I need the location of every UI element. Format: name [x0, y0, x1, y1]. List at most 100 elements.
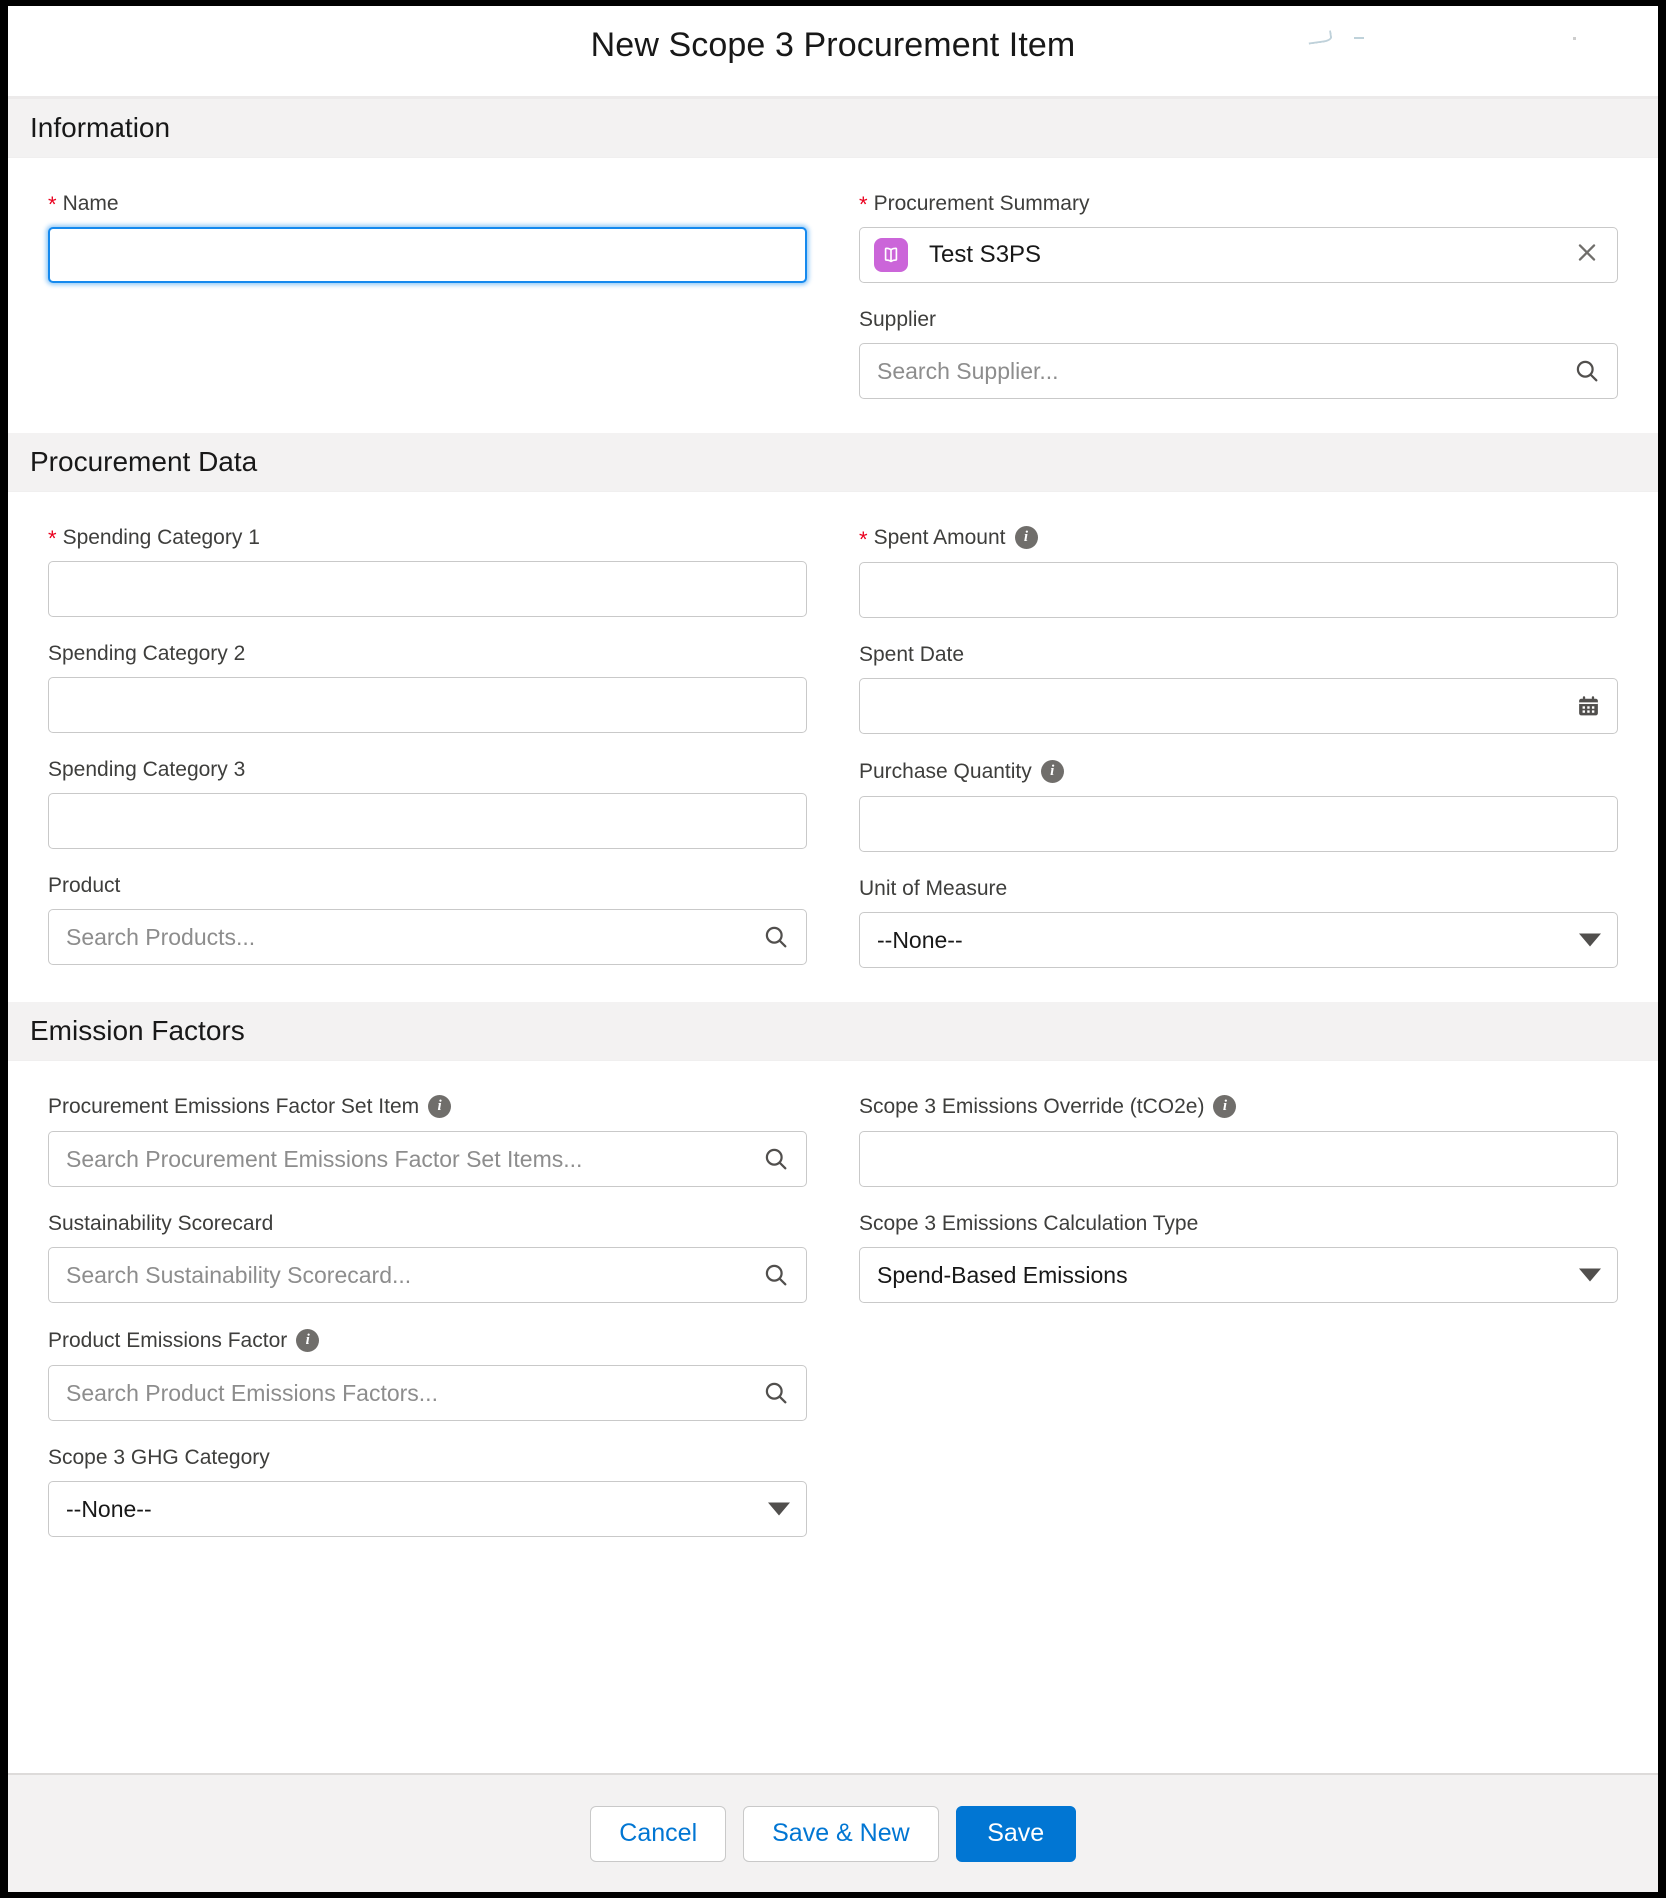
sustainability-scorecard-search-input[interactable]: Search Sustainability Scorecard... — [48, 1247, 807, 1303]
chevron-down-icon[interactable] — [1579, 1269, 1601, 1282]
pefsi-placeholder: Search Procurement Emissions Factor Set … — [66, 1146, 582, 1173]
spent-date-input[interactable] — [859, 678, 1618, 734]
label-text: Unit of Measure — [859, 878, 1007, 899]
name-input[interactable] — [48, 227, 807, 283]
procurement-summary-value: Test S3PS — [929, 241, 1041, 269]
info-icon[interactable]: i — [296, 1329, 319, 1352]
label-text: Procurement Summary — [874, 193, 1090, 214]
field-label-supplier: Supplier — [859, 309, 1618, 330]
label-text: Name — [63, 193, 119, 214]
spending-category-2-input[interactable] — [48, 677, 807, 733]
cancel-button[interactable]: Cancel — [590, 1806, 726, 1862]
label-text: Scope 3 Emissions Calculation Type — [859, 1213, 1198, 1234]
section-header-emission-factors: Emission Factors — [8, 1002, 1658, 1061]
label-text: Product Emissions Factor — [48, 1330, 287, 1351]
search-icon[interactable] — [762, 1379, 790, 1407]
scope-3-emissions-override-input[interactable] — [859, 1131, 1618, 1187]
field-unit-of-measure: Unit of Measure --None-- — [859, 878, 1618, 968]
info-icon[interactable]: i — [1041, 760, 1064, 783]
field-sustainability-scorecard: Sustainability Scorecard Search Sustaina… — [48, 1213, 807, 1303]
info-icon[interactable]: i — [1015, 526, 1038, 549]
close-icon[interactable] — [1574, 240, 1600, 271]
spending-category-1-input[interactable] — [48, 561, 807, 617]
field-spent-date: Spent Date — [859, 644, 1618, 734]
label-text: Procurement Emissions Factor Set Item — [48, 1096, 419, 1117]
field-product: Product Search Products... — [48, 875, 807, 965]
required-indicator: * — [48, 194, 57, 216]
product-search-input[interactable]: Search Products... — [48, 909, 807, 965]
scope-3-emissions-calculation-type-value: Spend-Based Emissions — [877, 1262, 1128, 1289]
required-indicator: * — [859, 529, 868, 551]
supplier-search-input[interactable]: Search Supplier... — [859, 343, 1618, 399]
field-procurement-summary: * Procurement Summary Test S3PS — [859, 192, 1618, 283]
field-purchase-quantity: Purchase Quantity i — [859, 760, 1618, 852]
chevron-down-icon[interactable] — [1579, 934, 1601, 947]
section-title: Emission Factors — [30, 1015, 245, 1047]
supplier-placeholder: Search Supplier... — [877, 358, 1059, 385]
label-text: Spending Category 3 — [48, 759, 245, 780]
field-label-purchase-quantity: Purchase Quantity i — [859, 760, 1618, 783]
field-scope-3-emissions-calculation-type: Scope 3 Emissions Calculation Type Spend… — [859, 1213, 1618, 1303]
scope-3-emissions-calculation-type-select[interactable]: Spend-Based Emissions — [859, 1247, 1618, 1303]
sustainability-scorecard-placeholder: Search Sustainability Scorecard... — [66, 1262, 411, 1289]
spent-amount-input[interactable] — [859, 562, 1618, 618]
procurement-emissions-factor-set-item-search-input[interactable]: Search Procurement Emissions Factor Set … — [48, 1131, 807, 1187]
required-indicator: * — [859, 194, 868, 216]
unit-of-measure-select[interactable]: --None-- — [859, 912, 1618, 968]
info-icon[interactable]: i — [428, 1095, 451, 1118]
field-label-scope-3-emissions-calculation-type: Scope 3 Emissions Calculation Type — [859, 1213, 1618, 1234]
label-text: Spent Date — [859, 644, 964, 665]
unit-of-measure-value: --None-- — [877, 927, 963, 954]
save-and-new-button[interactable]: Save & New — [743, 1806, 939, 1862]
product-emissions-factor-search-input[interactable]: Search Product Emissions Factors... — [48, 1365, 807, 1421]
field-label-product-emissions-factor: Product Emissions Factor i — [48, 1329, 807, 1352]
field-procurement-emissions-factor-set-item: Procurement Emissions Factor Set Item i … — [48, 1095, 807, 1187]
label-text: Sustainability Scorecard — [48, 1213, 273, 1234]
search-icon[interactable] — [762, 1145, 790, 1173]
info-icon[interactable]: i — [1213, 1095, 1236, 1118]
purchase-quantity-input[interactable] — [859, 796, 1618, 852]
field-label-scope-3-emissions-override: Scope 3 Emissions Override (tCO2e) i — [859, 1095, 1618, 1118]
procurement-summary-lookup[interactable]: Test S3PS — [859, 227, 1618, 283]
book-record-icon — [874, 238, 908, 272]
search-icon[interactable] — [762, 923, 790, 951]
modal-body: Information * Name — [8, 99, 1658, 1773]
new-record-modal: New Scope 3 Procurement Item Information… — [8, 6, 1658, 1892]
field-label-unit-of-measure: Unit of Measure — [859, 878, 1618, 899]
section-title: Procurement Data — [30, 446, 257, 478]
search-icon[interactable] — [1573, 357, 1601, 385]
section-title: Information — [30, 112, 170, 144]
spending-category-3-input[interactable] — [48, 793, 807, 849]
name-input-field[interactable] — [67, 242, 788, 269]
modal-footer: Cancel Save & New Save — [8, 1773, 1658, 1892]
field-label-spent-amount: * Spent Amount i — [859, 526, 1618, 549]
field-scope-3-ghg-category: Scope 3 GHG Category --None-- — [48, 1447, 807, 1537]
scope-3-ghg-category-select[interactable]: --None-- — [48, 1481, 807, 1537]
chevron-down-icon[interactable] — [768, 1503, 790, 1516]
field-label-sustainability-scorecard: Sustainability Scorecard — [48, 1213, 807, 1234]
section-header-information: Information — [8, 99, 1658, 158]
field-product-emissions-factor: Product Emissions Factor i Search Produc… — [48, 1329, 807, 1421]
header-artifact — [1463, 30, 1613, 44]
field-label-procurement-summary: * Procurement Summary — [859, 192, 1618, 214]
label-text: Scope 3 Emissions Override (tCO2e) — [859, 1096, 1204, 1117]
field-label-name: * Name — [48, 192, 807, 214]
field-label-spending-category-2: Spending Category 2 — [48, 643, 807, 664]
label-text: Spending Category 2 — [48, 643, 245, 664]
section-body-procurement-data: * Spending Category 1 Spending Category … — [8, 492, 1658, 1002]
field-label-procurement-emissions-factor-set-item: Procurement Emissions Factor Set Item i — [48, 1095, 807, 1118]
label-text: Spending Category 1 — [63, 527, 260, 548]
product-placeholder: Search Products... — [66, 924, 255, 951]
field-spending-category-3: Spending Category 3 — [48, 759, 807, 849]
label-text: Purchase Quantity — [859, 761, 1032, 782]
product-emissions-factor-placeholder: Search Product Emissions Factors... — [66, 1380, 438, 1407]
field-spent-amount: * Spent Amount i — [859, 526, 1618, 618]
calendar-icon[interactable] — [1576, 694, 1601, 719]
field-spending-category-2: Spending Category 2 — [48, 643, 807, 733]
header-artifact — [1308, 30, 1458, 44]
field-supplier: Supplier Search Supplier... — [859, 309, 1618, 399]
search-icon[interactable] — [762, 1261, 790, 1289]
field-label-spending-category-1: * Spending Category 1 — [48, 526, 807, 548]
scope-3-ghg-category-value: --None-- — [66, 1496, 152, 1523]
save-button[interactable]: Save — [956, 1806, 1076, 1862]
